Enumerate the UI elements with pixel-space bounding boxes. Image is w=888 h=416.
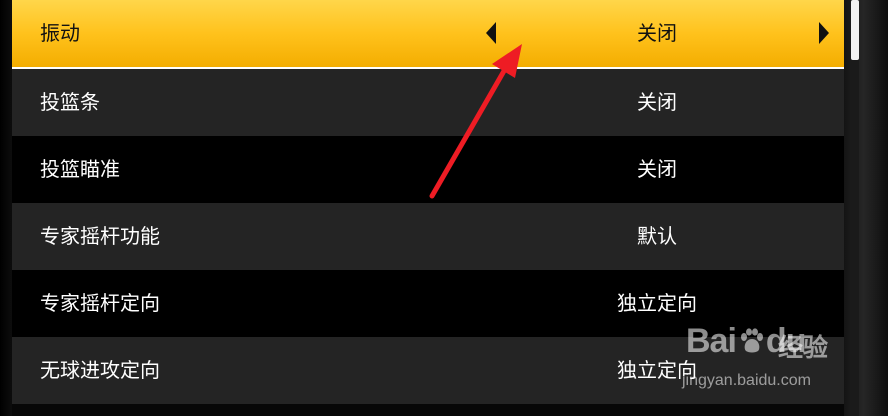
setting-row-pro-stick-function[interactable]: 专家摇杆功能 默认 [12, 203, 846, 270]
setting-label: 专家摇杆定向 [40, 291, 160, 315]
left-bezel [0, 0, 12, 416]
setting-label: 振动 [40, 21, 80, 45]
setting-label: 专家摇杆功能 [40, 224, 160, 248]
scrollbar-thumb[interactable] [851, 0, 859, 60]
setting-row-shot-meter[interactable]: 投篮条 关闭 [12, 69, 846, 136]
settings-menu: 振动 关闭 投篮条 关闭 投篮瞄准 关闭 专家摇杆功能 默认 专家摇杆定向 独立… [12, 0, 846, 404]
setting-value: 默认 [637, 224, 677, 248]
setting-row-off-ball-direction[interactable]: 无球进攻定向 独立定向 [12, 337, 846, 404]
setting-row-vibration[interactable]: 振动 关闭 [12, 0, 846, 69]
scrollbar-track[interactable] [851, 0, 859, 416]
settings-screen: 振动 关闭 投篮条 关闭 投篮瞄准 关闭 专家摇杆功能 默认 专家摇杆定向 独立… [0, 0, 888, 416]
setting-value: 关闭 [637, 90, 677, 114]
setting-value: 独立定向 [617, 358, 697, 382]
setting-row-pro-stick-direction[interactable]: 专家摇杆定向 独立定向 [12, 270, 846, 337]
setting-value: 关闭 [637, 21, 677, 45]
setting-label: 投篮条 [40, 90, 100, 114]
setting-label: 无球进攻定向 [40, 358, 160, 382]
chevron-left-icon[interactable] [486, 22, 496, 44]
setting-row-shot-aiming[interactable]: 投篮瞄准 关闭 [12, 136, 846, 203]
setting-value: 独立定向 [617, 291, 697, 315]
setting-value: 关闭 [637, 157, 677, 181]
chevron-right-icon[interactable] [819, 22, 829, 44]
setting-label: 投篮瞄准 [40, 157, 120, 181]
